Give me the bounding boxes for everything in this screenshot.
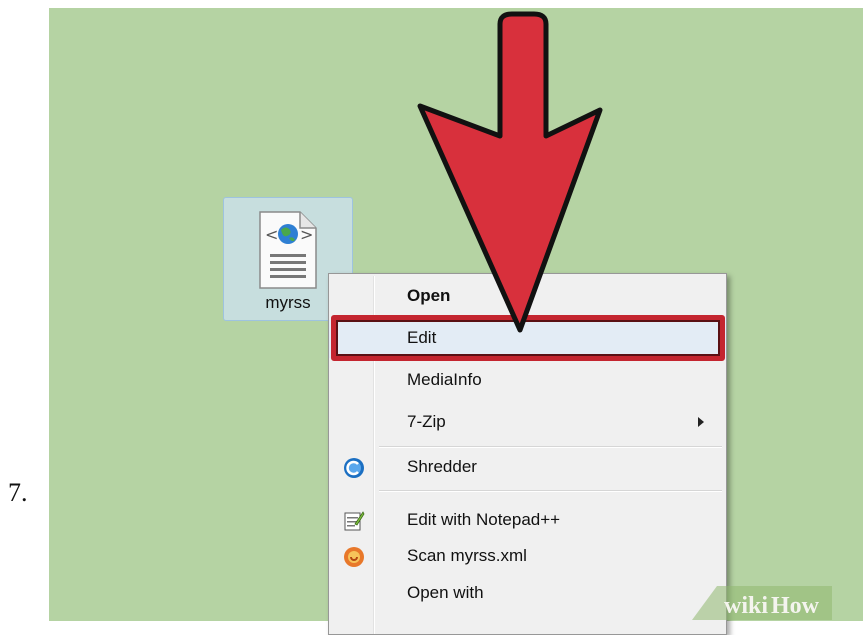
submenu-arrow-icon <box>698 417 704 427</box>
notepad-plus-plus-icon <box>344 511 365 531</box>
menu-separator <box>379 446 722 448</box>
wikihow-how-text: How <box>771 593 820 619</box>
wikihow-watermark: wiki How <box>692 586 832 620</box>
svg-text:<: < <box>265 225 278 244</box>
menu-item-label: Open with <box>407 583 484 602</box>
step-number: 7. <box>8 478 28 507</box>
svg-text:>: > <box>300 225 313 244</box>
down-arrow-icon <box>417 11 603 333</box>
menu-item-scan[interactable]: Scan myrss.xml <box>329 538 726 576</box>
wikihow-wiki-text: wiki <box>724 593 768 619</box>
menu-item-edit-notepadpp[interactable]: Edit with Notepad++ <box>329 502 726 540</box>
menu-item-label: MediaInfo <box>407 370 482 389</box>
menu-item-7zip[interactable]: 7-Zip <box>329 404 726 442</box>
menu-item-label: Shredder <box>407 457 477 476</box>
menu-item-mediainfo[interactable]: MediaInfo <box>329 362 726 400</box>
menu-item-label: Scan myrss.xml <box>407 546 527 565</box>
menu-item-label: Edit with Notepad++ <box>407 510 561 529</box>
xml-document-globe-icon: < > <box>259 211 317 289</box>
menu-separator <box>379 490 722 492</box>
menu-item-shredder[interactable]: Shredder <box>329 449 726 487</box>
menu-item-label: 7-Zip <box>407 412 446 431</box>
shredder-icon <box>344 458 364 478</box>
antivirus-scan-icon <box>344 547 364 567</box>
